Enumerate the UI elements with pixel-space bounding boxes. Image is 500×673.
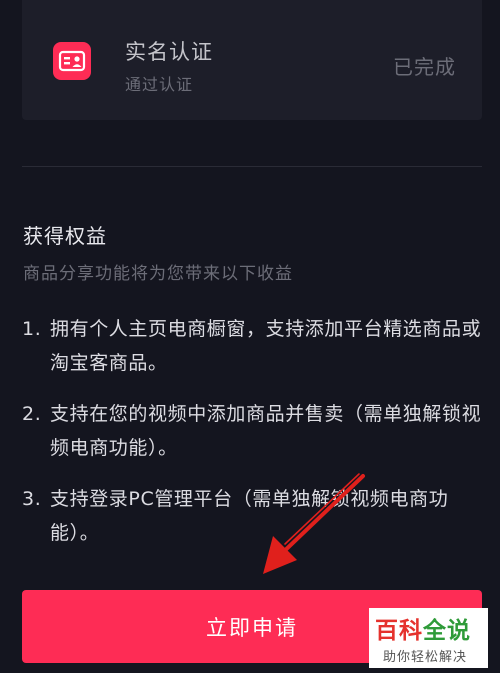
benefits-subtitle: 商品分享功能将为您带来以下收益 <box>23 264 293 284</box>
watermark-subtitle: 助你轻松解决 <box>383 650 468 665</box>
id-card-icon <box>53 42 91 80</box>
watermark: 百科全说 助你轻松解决 <box>369 608 488 668</box>
benefit-text: 支持登录PC管理平台（需单独解锁视频电商功能）。 <box>50 488 449 544</box>
benefit-list: 1. 拥有个人主页电商橱窗，支持添加平台精选商品或淘宝客商品。 2. 支持在您的… <box>22 312 482 567</box>
benefit-item: 3. 支持登录PC管理平台（需单独解锁视频电商功能）。 <box>22 482 482 550</box>
benefit-number: 1. <box>22 318 42 340</box>
divider <box>22 166 482 167</box>
verification-card[interactable]: 实名认证 通过认证 已完成 <box>22 0 482 120</box>
benefit-number: 2. <box>22 403 42 425</box>
benefit-item: 2. 支持在您的视频中添加商品并售卖（需单独解锁视频电商功能）。 <box>22 397 482 465</box>
verification-status: 已完成 <box>393 55 456 79</box>
watermark-title: 百科全说 <box>375 611 471 645</box>
benefit-item: 1. 拥有个人主页电商橱窗，支持添加平台精选商品或淘宝客商品。 <box>22 312 482 380</box>
benefits-title: 获得权益 <box>23 224 107 248</box>
watermark-title-red: 百科 <box>375 618 423 644</box>
benefit-text: 支持在您的视频中添加商品并售卖（需单独解锁视频电商功能）。 <box>50 403 482 459</box>
benefit-number: 3. <box>22 488 42 510</box>
verification-subtitle: 通过认证 <box>125 75 194 94</box>
benefit-text: 拥有个人主页电商橱窗，支持添加平台精选商品或淘宝客商品。 <box>50 318 482 374</box>
verification-title: 实名认证 <box>125 40 213 64</box>
watermark-title-green: 全说 <box>423 618 471 644</box>
page: 实名认证 通过认证 已完成 获得权益 商品分享功能将为您带来以下收益 1. 拥有… <box>0 0 500 673</box>
